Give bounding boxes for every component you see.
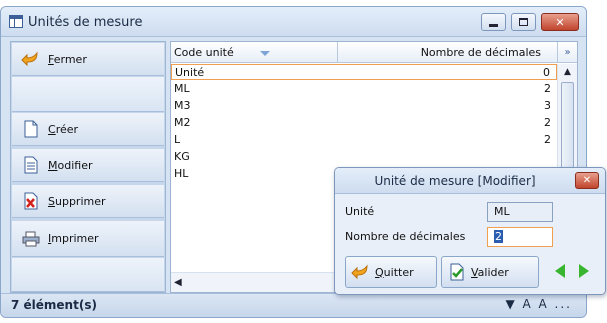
column-header-code[interactable]: Code unité: [174, 46, 234, 59]
print-button[interactable]: Imprimer: [12, 221, 164, 257]
cell-code: HL: [174, 167, 189, 180]
table-row[interactable]: ML 2: [171, 81, 557, 97]
next-record-icon[interactable]: [579, 264, 589, 278]
cell-decimals: 2: [544, 116, 551, 129]
cell-decimals: 2: [544, 133, 551, 146]
maximize-icon: [512, 14, 535, 30]
table-icon: [9, 15, 23, 28]
previous-record-icon[interactable]: [555, 264, 565, 278]
grid-header: Code unité Nombre de décimales »: [171, 42, 577, 63]
dialog-title-bar[interactable]: Unité de mesure [Modifier] ✕: [335, 168, 605, 194]
dialog-body: Unité ML Nombre de décimales 2 Quitter V…: [335, 194, 605, 294]
table-row[interactable]: M3 3: [171, 98, 557, 114]
cell-code: ML: [174, 82, 190, 95]
decimals-label: Nombre de décimales: [345, 230, 466, 243]
cell-decimals: 2: [544, 82, 551, 95]
close-button[interactable]: ✕: [541, 13, 579, 31]
printer-icon: [21, 229, 41, 249]
cell-decimals: 3: [544, 99, 551, 112]
unit-field-value: ML: [494, 205, 510, 218]
table-row[interactable]: L 2: [171, 132, 557, 148]
delete-label: Supprimer: [48, 194, 106, 208]
cell-code: M3: [174, 99, 191, 112]
column-header-decimals[interactable]: Nombre de décimales: [421, 46, 541, 59]
back-arrow-icon: [351, 262, 371, 282]
window-title: Unités de mesure: [28, 15, 143, 30]
column-chooser-icon[interactable]: »: [557, 42, 577, 63]
minimize-button[interactable]: [481, 13, 506, 31]
dialog-close-button[interactable]: ✕: [575, 172, 599, 189]
validate-document-icon: [447, 262, 467, 282]
create-button[interactable]: Créer: [12, 113, 164, 146]
delete-document-icon: [21, 191, 41, 211]
delete-button[interactable]: Supprimer: [12, 185, 164, 218]
table-row[interactable]: KG: [171, 149, 557, 165]
modify-label: Modifier: [48, 158, 93, 172]
close-list-button[interactable]: Fermer: [12, 43, 164, 76]
close-icon: ✕: [555, 15, 565, 29]
unit-field[interactable]: ML: [487, 202, 553, 222]
modify-unit-dialog: Unité de mesure [Modifier] ✕ Unité ML No…: [334, 167, 606, 295]
status-bar: 7 élément(s) ▼ A A ...: [1, 293, 586, 317]
validate-button[interactable]: Valider: [441, 256, 539, 288]
cell-decimals: 0: [543, 66, 550, 79]
cell-code: KG: [174, 150, 190, 163]
decimals-field[interactable]: 2: [487, 227, 553, 247]
maximize-button[interactable]: [511, 13, 536, 31]
minimize-icon: [482, 14, 505, 30]
scroll-left-icon[interactable]: ◀: [174, 277, 182, 288]
modify-button[interactable]: Modifier: [12, 149, 164, 182]
record-count: 7 élément(s): [11, 298, 97, 312]
create-label: Créer: [48, 122, 79, 136]
cell-code: L: [174, 133, 181, 146]
table-row[interactable]: Unité 0: [171, 64, 557, 80]
cell-code: M2: [174, 116, 191, 129]
edit-document-icon: [21, 155, 41, 175]
unit-label: Unité: [345, 205, 375, 218]
status-tools[interactable]: ▼ A A ...: [505, 297, 572, 311]
title-bar[interactable]: Unités de mesure ✕: [1, 7, 586, 37]
dialog-title: Unité de mesure [Modifier]: [374, 174, 536, 188]
sidebar-bottom-spacer: [12, 258, 164, 292]
validate-label: Valider: [471, 265, 509, 279]
quit-button[interactable]: Quitter: [345, 256, 437, 288]
column-divider[interactable]: [337, 42, 338, 63]
table-row[interactable]: M2 2: [171, 115, 557, 131]
scroll-up-icon[interactable]: ▲: [558, 64, 577, 80]
back-arrow-icon: [21, 49, 41, 69]
quit-label: Quitter: [375, 265, 414, 279]
decimals-field-value: 2: [494, 230, 503, 243]
sort-descending-icon[interactable]: [260, 51, 270, 56]
print-label: Imprimer: [48, 232, 99, 245]
close-list-label: Fermer: [48, 52, 87, 66]
action-sidebar: Fermer Créer Modifier Supprimer Imprimer: [10, 41, 166, 293]
sidebar-spacer: [12, 77, 164, 112]
new-document-icon: [21, 119, 41, 139]
cell-code: Unité: [175, 66, 205, 79]
